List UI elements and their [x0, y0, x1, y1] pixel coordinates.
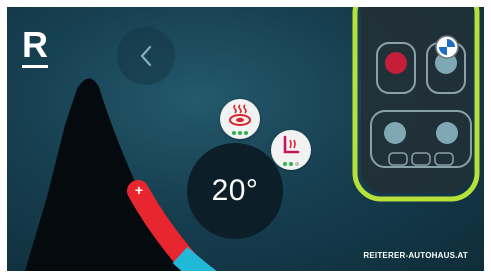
level-dot: [283, 162, 287, 166]
slider-cold-segment: [172, 246, 217, 271]
car-overview: [352, 7, 480, 202]
level-dot: [289, 162, 293, 166]
chevron-left-icon: [140, 45, 152, 67]
brand-logo: R: [20, 24, 50, 69]
temperature-knob[interactable]: 20°: [187, 143, 283, 239]
driver-seat-indicator: [385, 52, 407, 74]
brand-logo-letter: R: [22, 24, 48, 65]
level-dot: [232, 131, 236, 135]
seat-heating-button[interactable]: [220, 99, 260, 139]
lumbar-level-indicator: [271, 162, 311, 166]
level-dot: [238, 131, 242, 135]
temperature-value: 20°: [211, 174, 259, 207]
heating-level-indicator: [220, 131, 260, 135]
watermark-text: REITERER-AUTOHAUS.AT: [363, 251, 468, 260]
lumbar-seat-icon: [283, 135, 300, 154]
level-dot: [295, 162, 299, 166]
lumbar-support-button[interactable]: [271, 130, 311, 170]
rear-right-seat-indicator: [436, 122, 458, 144]
rear-left-seat-indicator: [384, 122, 406, 144]
seat-heating-icon: [229, 104, 251, 126]
slider-plus-label: +: [135, 182, 143, 198]
level-dot: [244, 131, 248, 135]
bmw-roundel-icon: [435, 35, 459, 59]
climate-screen: R + 20° REITERER-AUTOHAUS.AT: [7, 7, 484, 271]
back-button[interactable]: [117, 27, 175, 85]
brand-logo-underline: [22, 65, 48, 68]
